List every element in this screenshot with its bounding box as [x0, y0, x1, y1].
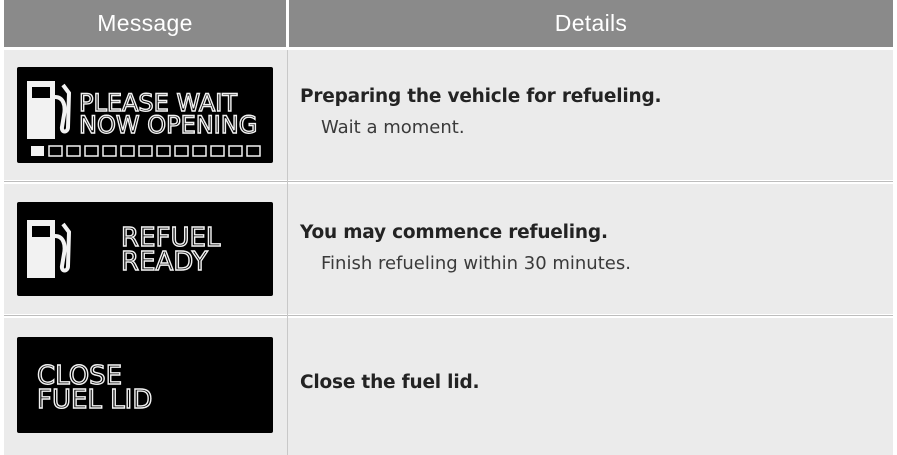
table-row: PLEASE WAIT NOW OPENING Preparing the ve…: [4, 50, 893, 180]
progress-bar-icon: [31, 145, 261, 157]
table-row: CLOSE FUEL LID Close the fuel lid.: [4, 318, 893, 455]
details-title: Close the fuel lid.: [300, 372, 480, 393]
display-line-2: READY: [121, 247, 208, 277]
display-refuel-ready: REFUEL READY: [17, 202, 273, 296]
display-please-wait: PLEASE WAIT NOW OPENING: [17, 67, 273, 163]
header-details: Details: [289, 0, 893, 47]
column-divider: [287, 50, 288, 455]
fuel-pump-icon: [27, 220, 72, 278]
display-line-2: FUEL LID: [37, 385, 152, 415]
details-cell: Preparing the vehicle for refueling. Wai…: [300, 86, 662, 138]
details-cell: Close the fuel lid.: [300, 372, 480, 393]
header-message: Message: [4, 0, 286, 47]
display-line-2: NOW OPENING: [79, 111, 257, 139]
details-subtitle: Finish refueling within 30 minutes.: [321, 253, 631, 274]
table-row: REFUEL READY You may commence refueling.…: [4, 184, 893, 314]
message-table: Message Details PLEASE WAIT NOW OPENING: [4, 0, 893, 455]
details-cell: You may commence refueling. Finish refue…: [300, 222, 631, 274]
details-title: You may commence refueling.: [300, 222, 608, 243]
row-divider: [4, 315, 893, 316]
row-divider: [4, 181, 893, 182]
display-close-fuel-lid: CLOSE FUEL LID: [17, 337, 273, 433]
details-title: Preparing the vehicle for refueling.: [300, 86, 662, 107]
fuel-pump-icon: [27, 81, 72, 139]
details-subtitle: Wait a moment.: [321, 117, 465, 138]
